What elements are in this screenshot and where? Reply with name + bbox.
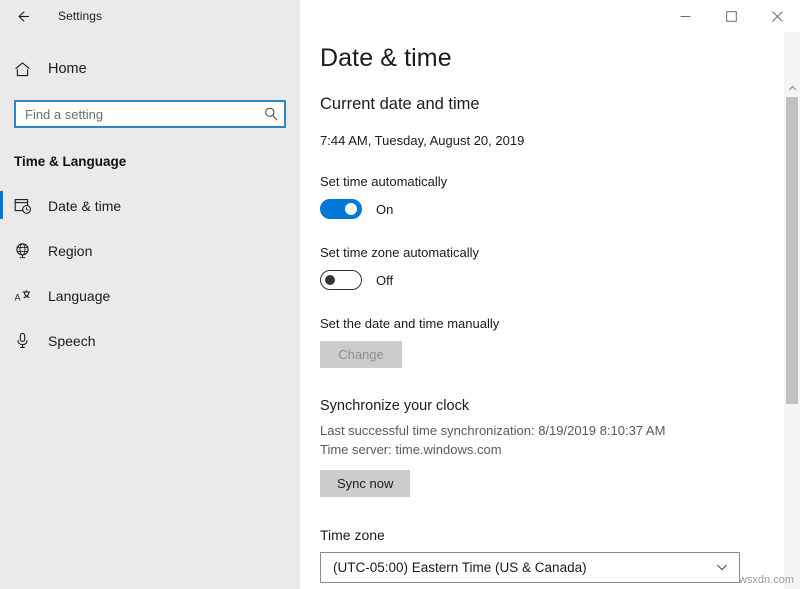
- search-input[interactable]: [25, 102, 264, 126]
- last-sync-text: Last successful time synchronization: 8/…: [320, 423, 666, 438]
- time-zone-dropdown[interactable]: (UTC-05:00) Eastern Time (US & Canada): [320, 551, 740, 583]
- microphone-icon: [14, 332, 40, 349]
- sidebar-item-label: Language: [48, 287, 111, 304]
- set-time-automatically-toggle[interactable]: [320, 199, 362, 219]
- window-title: Settings: [58, 9, 103, 23]
- search-icon[interactable]: [264, 107, 278, 121]
- synchronize-clock-heading: Synchronize your clock: [320, 398, 470, 414]
- current-datetime-heading: Current date and time: [320, 95, 480, 113]
- toggle-knob: [345, 203, 357, 215]
- sidebar-item-speech[interactable]: Speech: [0, 318, 300, 363]
- sidebar-item-home[interactable]: Home: [0, 52, 300, 86]
- globe-icon: [14, 242, 40, 259]
- search-box[interactable]: [14, 100, 286, 128]
- language-icon: A: [14, 287, 40, 305]
- sidebar-item-label: Date & time: [48, 197, 122, 214]
- sidebar-item-region[interactable]: Region: [0, 228, 300, 273]
- chevron-up-icon[interactable]: [784, 80, 800, 96]
- sidebar-nav-list: Date & time Region A Language Speech: [0, 183, 300, 363]
- content-inner: Date & time Current date and time 7:44 A…: [300, 32, 800, 583]
- time-zone-value: (UTC-05:00) Eastern Time (US & Canada): [333, 559, 587, 575]
- sidebar-item-language[interactable]: A Language: [0, 273, 300, 318]
- back-button[interactable]: [0, 0, 46, 32]
- sidebar-item-label: Speech: [48, 332, 96, 349]
- svg-text:A: A: [15, 292, 21, 302]
- scrollbar-thumb[interactable]: [786, 97, 798, 404]
- content-scrollbar[interactable]: [784, 32, 800, 589]
- set-timezone-automatically-toggle[interactable]: [320, 270, 362, 290]
- watermark: wsxdn.com: [738, 574, 794, 586]
- sidebar-item-label: Region: [48, 242, 93, 259]
- set-time-automatically-label: Set time automatically: [320, 174, 448, 189]
- time-server-text: Time server: time.windows.com: [320, 441, 502, 457]
- calendar-clock-icon: [14, 197, 40, 215]
- current-datetime-value: 7:44 AM, Tuesday, August 20, 2019: [320, 133, 525, 148]
- set-timezone-automatically-state: Off: [376, 272, 394, 288]
- title-bar: Settings: [0, 0, 800, 32]
- set-timezone-automatically-row: Off: [320, 270, 800, 290]
- home-icon: [14, 61, 40, 78]
- chevron-down-icon[interactable]: [715, 560, 729, 574]
- page-title: Date & time: [320, 44, 452, 72]
- sync-now-button[interactable]: Sync now: [320, 469, 411, 497]
- set-timezone-automatically-label: Set time zone automatically: [320, 245, 479, 260]
- close-button[interactable]: [754, 0, 800, 32]
- set-time-automatically-state: On: [376, 201, 394, 217]
- sidebar-item-date-time[interactable]: Date & time: [0, 183, 300, 228]
- home-label: Home: [48, 61, 87, 77]
- toggle-knob: [325, 275, 335, 285]
- time-zone-label: Time zone: [320, 526, 385, 543]
- set-time-automatically-row: On: [320, 199, 800, 219]
- change-button[interactable]: Change: [320, 341, 402, 368]
- sidebar-group-header: Time & Language: [14, 154, 127, 169]
- settings-window: Settings Home Find a setting Time & Lang…: [0, 0, 800, 589]
- sidebar: Home Time & Language: [0, 0, 300, 589]
- set-manually-label: Set the date and time manually: [320, 316, 500, 331]
- main-content: Date & time Current date and time 7:44 A…: [300, 32, 800, 589]
- maximize-button[interactable]: [708, 0, 754, 32]
- minimize-button[interactable]: [662, 0, 708, 32]
